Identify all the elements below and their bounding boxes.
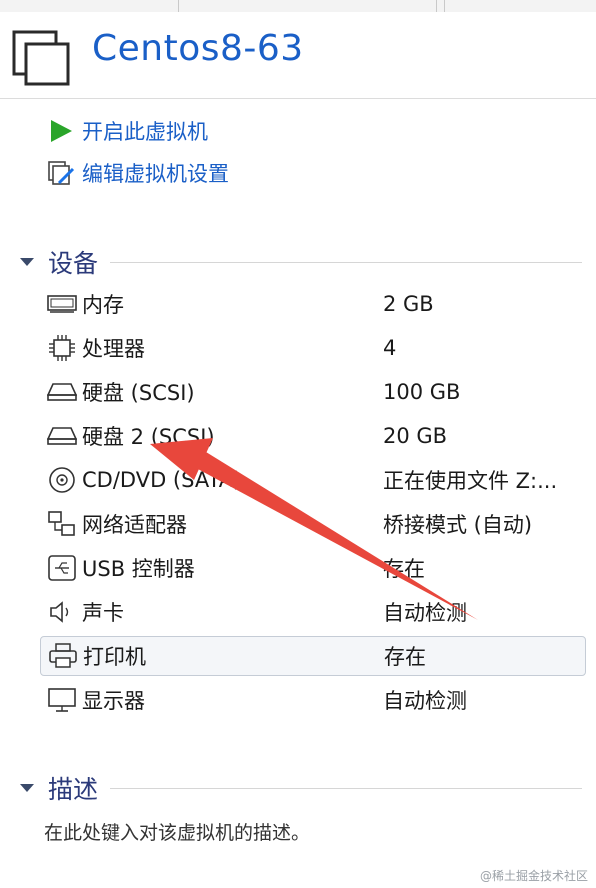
device-value: 2 GB: [383, 292, 434, 316]
tab-divider: [436, 0, 437, 12]
device-value: 存在: [383, 557, 425, 581]
device-name: CD/DVD (SATA): [82, 468, 242, 492]
vm-icon: [12, 30, 70, 86]
device-name: 硬盘 2 (SCSI): [82, 425, 215, 449]
play-icon: [46, 116, 76, 146]
watermark: @稀土掘金技术社区: [479, 869, 588, 883]
cd-dvd-icon: [44, 465, 80, 495]
device-value: 100 GB: [383, 380, 461, 404]
device-value: 20 GB: [383, 424, 448, 448]
processor-icon: [44, 333, 80, 363]
device-row-printer[interactable]: 打印机 存在: [40, 636, 586, 676]
device-value: 桥接模式 (自动): [383, 513, 533, 537]
device-name: 打印机: [83, 645, 146, 669]
tab-divider: [444, 0, 445, 12]
power-on-vm-label: 开启此虚拟机: [82, 120, 208, 144]
device-row-hard-disk-2[interactable]: 硬盘 2 (SCSI) 20 GB: [40, 416, 586, 456]
device-name: USB 控制器: [82, 557, 195, 581]
vm-title: Centos8-63: [92, 28, 304, 69]
section-divider: [110, 261, 582, 263]
device-value: 自动检测: [383, 601, 467, 625]
section-divider: [110, 787, 582, 789]
device-name: 声卡: [82, 601, 124, 625]
hard-disk-icon: [44, 421, 80, 451]
memory-icon: [44, 289, 80, 319]
collapse-triangle-icon: [20, 784, 34, 792]
device-row-sound-card[interactable]: 声卡 自动检测: [40, 592, 586, 632]
power-on-vm-button[interactable]: 开启此虚拟机: [46, 116, 208, 146]
devices-section-header[interactable]: 设备: [20, 246, 582, 278]
device-name: 硬盘 (SCSI): [82, 381, 195, 405]
device-row-cd-dvd[interactable]: CD/DVD (SATA) 正在使用文件 Z:...: [40, 460, 586, 500]
edit-vm-settings-button[interactable]: 编辑虚拟机设置: [46, 158, 229, 188]
description-section-header[interactable]: 描述: [20, 772, 582, 804]
monitor-icon: [44, 685, 80, 715]
device-name: 处理器: [82, 337, 145, 361]
device-value: 存在: [384, 645, 426, 669]
device-row-display[interactable]: 显示器 自动检测: [40, 680, 586, 720]
device-value: 4: [383, 336, 397, 360]
hard-disk-icon: [44, 377, 80, 407]
devices-section-title: 设备: [48, 249, 99, 278]
device-row-processor[interactable]: 处理器 4: [40, 328, 586, 368]
device-name: 显示器: [82, 689, 145, 713]
printer-icon: [45, 641, 81, 671]
network-adapter-icon: [44, 509, 80, 539]
usb-icon: [44, 553, 80, 583]
device-row-network-adapter[interactable]: 网络适配器 桥接模式 (自动): [40, 504, 586, 544]
device-name: 网络适配器: [82, 513, 187, 537]
device-row-usb-controller[interactable]: USB 控制器 存在: [40, 548, 586, 588]
speaker-icon: [44, 597, 80, 627]
edit-vm-settings-label: 编辑虚拟机设置: [82, 162, 229, 186]
description-section-title: 描述: [48, 775, 99, 804]
edit-settings-icon: [46, 158, 76, 188]
device-name: 内存: [82, 293, 124, 317]
tab-divider: [178, 0, 179, 12]
device-value: 自动检测: [383, 689, 467, 713]
collapse-triangle-icon: [20, 258, 34, 266]
device-row-hard-disk[interactable]: 硬盘 (SCSI) 100 GB: [40, 372, 586, 412]
device-row-memory[interactable]: 内存 2 GB: [40, 284, 586, 324]
vm-header: Centos8-63: [0, 12, 596, 99]
device-value: 正在使用文件 Z:...: [383, 469, 558, 493]
description-field[interactable]: 在此处键入对该虚拟机的描述。: [44, 818, 310, 845]
